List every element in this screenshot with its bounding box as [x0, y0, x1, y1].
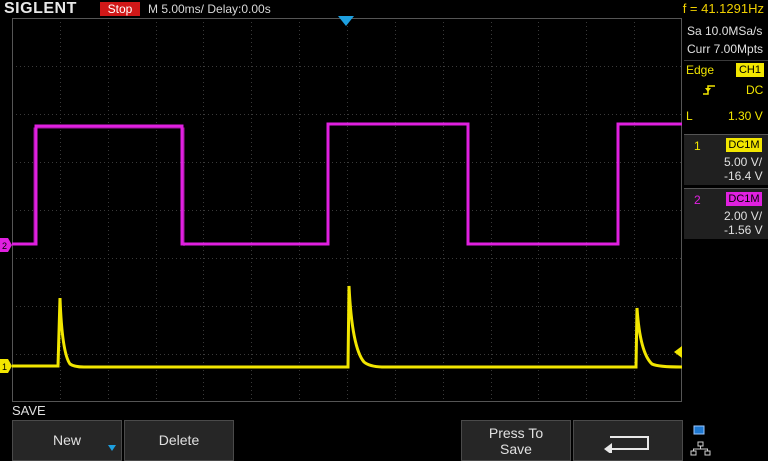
ch2-offset-marker[interactable]: 2 [0, 238, 12, 252]
ch2-marker-number: 2 [2, 241, 7, 251]
ch1-offset: -16.4 V [724, 169, 763, 183]
return-button[interactable] [573, 420, 683, 461]
return-icon [604, 436, 649, 453]
network-icon [690, 441, 711, 456]
ch1-marker-number: 1 [2, 362, 7, 372]
chevron-down-icon [108, 445, 116, 451]
ch1-info-panel[interactable]: 1 DC1M 5.00 V/ -16.4 V [684, 134, 768, 185]
ch2-offset: -1.56 V [724, 223, 763, 237]
new-button[interactable]: New [12, 420, 122, 461]
ch1-scale: 5.00 V/ [724, 155, 763, 169]
trigger-source-badge: CH1 [736, 63, 764, 77]
memory-depth: Curr 7.00Mpts [687, 42, 764, 56]
ch1-offset-marker[interactable]: 1 [0, 359, 12, 373]
top-status-bar: SIGLENT Stop M 5.00ms/ Delay:0.00s f = 4… [0, 0, 768, 18]
usb-icon [690, 425, 711, 456]
trigger-level-label: L [686, 109, 693, 123]
press-to-save-line1: Press To [488, 425, 544, 441]
trigger-rising-edge-icon [703, 85, 715, 95]
press-to-save-button[interactable]: Press To Save [461, 420, 571, 461]
ch1-coupling-badge: DC1M [726, 138, 762, 152]
ch2-number: 2 [694, 193, 701, 207]
frequency-readout: f = 41.1291Hz [682, 1, 764, 16]
trigger-panel[interactable]: Edge CH1 DC L 1.30 V [684, 61, 768, 131]
ch2-scale: 2.00 V/ [724, 209, 763, 223]
waveform-grid [12, 18, 683, 402]
menu-title: SAVE [12, 403, 46, 418]
trigger-type: Edge [686, 63, 715, 77]
sample-rate: Sa 10.0MSa/s [687, 24, 763, 38]
trigger-coupling: DC [746, 83, 764, 97]
delete-button-label: Delete [158, 432, 200, 448]
brand-logo: SIGLENT [4, 0, 77, 17]
trigger-position-marker[interactable] [338, 16, 356, 28]
ch2-info-panel[interactable]: 2 DC1M 2.00 V/ -1.56 V [684, 188, 768, 239]
run-state-badge[interactable]: Stop [100, 2, 140, 16]
trigger-level-value: 1.30 V [728, 109, 763, 123]
new-button-label: New [53, 432, 82, 448]
right-info-panel: Sa 10.0MSa/s Curr 7.00Mpts Edge CH1 DC L… [684, 18, 768, 402]
ch2-coupling-badge: DC1M [726, 192, 762, 206]
ch1-number: 1 [694, 139, 701, 153]
press-to-save-line2: Save [500, 441, 532, 457]
delete-button[interactable]: Delete [124, 420, 234, 461]
waveform-display[interactable] [12, 18, 683, 402]
timebase-readout[interactable]: M 5.00ms/ Delay:0.00s [148, 2, 271, 16]
